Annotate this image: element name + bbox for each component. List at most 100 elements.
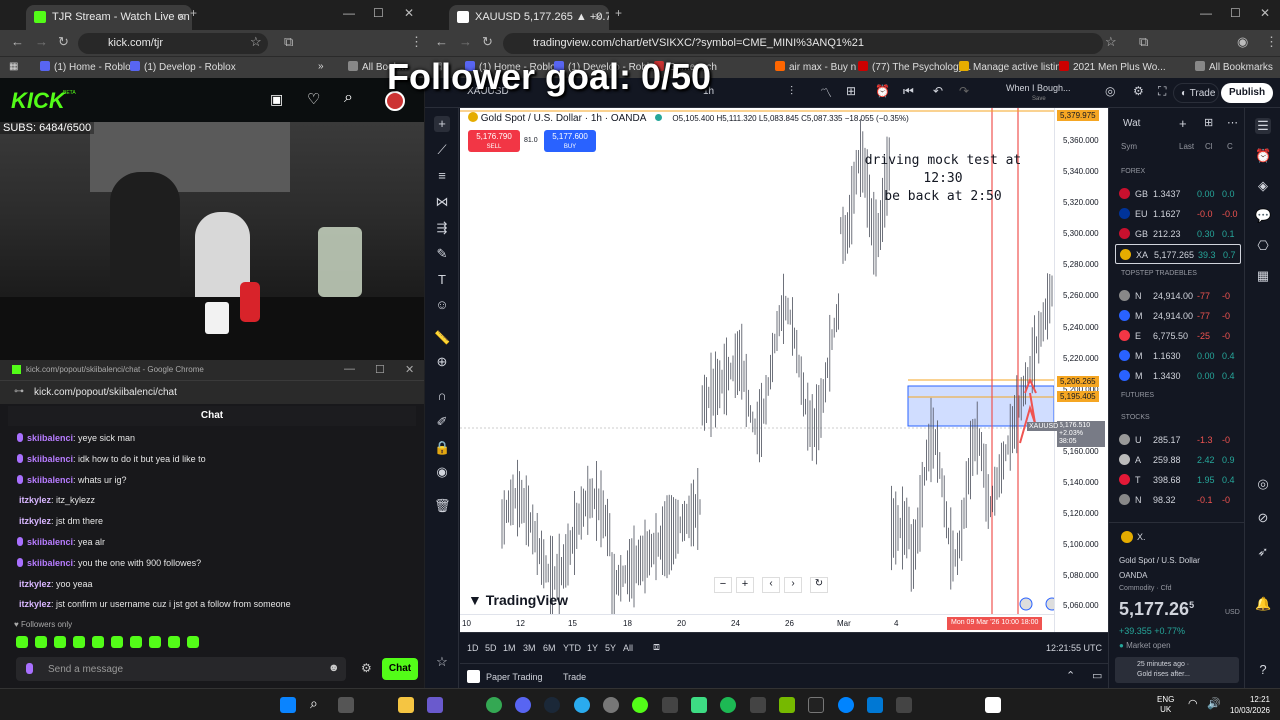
forward-icon[interactable]: → [35,34,48,49]
range-button[interactable]: 5Y [605,643,616,653]
reset-chart-button[interactable]: ↻ [810,577,828,593]
crosshair-icon[interactable]: + [434,116,450,132]
minimize-icon[interactable]: — [344,363,355,375]
help-icon[interactable]: ? [1255,662,1271,678]
fib-icon[interactable]: ≡ [434,168,450,184]
start-icon[interactable] [280,697,296,713]
steam-icon[interactable] [544,697,560,713]
data-window-icon[interactable]: ◈ [1255,178,1271,194]
col-header[interactable]: Sym [1121,142,1137,151]
buy-button[interactable]: 5,177.600 BUY [544,130,596,152]
utc-clock[interactable]: 12:21:55 UTC [1046,643,1102,653]
emoji-icon[interactable]: ☻ [328,662,340,674]
emote[interactable] [54,636,66,648]
volume-icon[interactable]: 🔊 [1207,697,1221,710]
watchlist-section-header[interactable]: FUTURES [1121,392,1154,399]
watchlist-more-icon[interactable]: ⋯ [1227,116,1238,129]
emote[interactable] [168,636,180,648]
following-heart-icon[interactable]: ♡ [307,90,320,108]
news-item[interactable]: 25 minutes ago · Gold rises after... [1115,657,1239,683]
browse-icon[interactable]: ▣ [270,91,283,108]
emote[interactable] [35,636,47,648]
watchlist-row[interactable]: M 24,914.00 -77 -0 [1115,306,1241,326]
publish-button[interactable]: Publish [1221,83,1273,103]
watchlist-row[interactable]: T 398.68 1.95 0.4 [1115,470,1241,490]
watchlist-row[interactable]: A 259.88 2.42 0.9 [1115,450,1241,470]
maximize-icon[interactable]: ☐ [373,6,384,20]
chat-username[interactable]: itzkylez [19,495,51,505]
trade-tab[interactable]: Trade [563,672,586,682]
watchlist-icon[interactable]: ☰ [1255,118,1271,134]
layouts-icon[interactable]: ⊞ [846,84,856,98]
back-icon[interactable]: ← [11,34,24,49]
close-window-icon[interactable]: ✕ [1260,6,1270,20]
chat-username[interactable]: itzkylez [19,579,51,589]
col-header[interactable]: Cl [1205,142,1213,151]
bookmark-star-icon[interactable]: ☆ [1105,34,1117,50]
discord-icon[interactable] [515,697,531,713]
apps-icon[interactable]: ▦ [9,61,18,72]
app-icon[interactable] [603,697,619,713]
file-explorer-icon[interactable] [398,697,414,713]
chat-username[interactable]: itzkylez [19,599,51,609]
watchlist-section-header[interactable]: TOPSTEP TRADEBLES [1121,270,1197,277]
forecast-icon[interactable]: ⇶ [434,220,450,236]
emote[interactable] [130,636,142,648]
app-icon[interactable] [779,697,795,713]
stay-drawing-icon[interactable]: ✐ [434,414,450,430]
layout-name[interactable]: When I Bough... [1006,83,1071,93]
chat-input[interactable]: Send a message ☻ [16,657,346,681]
chat-username[interactable]: skiibalenci [27,433,73,443]
app-icon[interactable] [867,697,883,713]
close-tab-icon[interactable]: × [594,9,602,24]
back-icon[interactable]: ← [435,34,448,49]
watchlist-row[interactable]: GB 212.23 0.30 0.1 [1115,224,1241,244]
bookmark-item[interactable]: (1) Home - Roblox [40,61,136,73]
bookmark-item[interactable]: All Bookmarks [1195,61,1273,73]
watchlist-title[interactable]: Wat [1123,118,1140,129]
settings-gear-icon[interactable]: ⚙ [1133,84,1144,98]
language-indicator[interactable]: ENG UK [1157,695,1174,715]
range-button[interactable]: 3M [523,643,536,653]
emote[interactable] [149,636,161,648]
chat-username[interactable]: skiibalenci [27,537,73,547]
watchlist-row[interactable]: M 1.1630 0.00 0.4 [1115,346,1241,366]
star-icon[interactable]: ☆ [434,654,450,670]
chat-username[interactable]: skiibalenci [27,475,73,485]
magnet-icon[interactable]: ∩ [434,388,450,404]
watchlist-row[interactable]: EU 1.1627 -0.0 -0.0 [1115,204,1241,224]
search-icon[interactable]: ⌕ [310,695,326,711]
eye-icon[interactable]: ◉ [434,464,450,480]
app-icon[interactable] [632,697,648,713]
watchlist-section-header[interactable]: FOREX [1121,168,1145,175]
left-url-field[interactable]: kick.com/tjr [78,33,268,54]
compass-icon[interactable]: ⊘ [1255,510,1271,526]
new-tab-icon[interactable]: + [190,6,197,20]
app-icon[interactable] [896,697,912,713]
measure-icon[interactable]: 📏 [434,330,450,346]
zoom-out-button[interactable]: − [714,577,732,593]
telegram-icon[interactable] [574,697,590,713]
text-icon[interactable]: T [434,272,450,288]
fullscreen-icon[interactable]: ⛶ [1158,84,1166,99]
close-tab-icon[interactable]: × [177,9,185,24]
chart-annotation-text[interactable]: driving mock test at 12:30 be back at 2:… [843,152,1043,206]
paper-trading-tab[interactable]: Paper Trading [486,672,543,682]
range-button[interactable]: All [623,643,633,653]
copilot-icon[interactable] [427,697,443,713]
right-url-field[interactable]: tradingview.com/chart/etVSIKXC/?symbol=C… [503,33,1103,54]
price-axis[interactable]: 5,379.975 5,360.000 5,340.000 5,320.000 5,30… [1027,108,1108,632]
alert-icon[interactable]: ⏰ [875,84,890,98]
watchlist-row[interactable]: E 6,775.50 -25 -0 [1115,326,1241,346]
range-button[interactable]: 1Y [587,643,598,653]
extensions-icon[interactable]: ⧉ [284,34,293,50]
sound-icon[interactable]: 🔔 [1255,596,1271,612]
profile-icon[interactable]: ◉ [1237,34,1248,50]
time-axis[interactable]: Mon 09 Mar '26 10:00 18:00 10 12 15 18 20 24 2… [460,614,1054,632]
reload-icon[interactable]: ↻ [482,34,493,50]
watchlist-section-header[interactable]: STOCKS [1121,414,1150,421]
watchlist-row[interactable]: N 24,914.00 -77 -0 [1115,286,1241,306]
sell-button[interactable]: 5,176.790 SELL [468,130,520,152]
minimize-icon[interactable]: — [343,6,355,20]
redo-icon[interactable]: ↷ [959,84,969,98]
